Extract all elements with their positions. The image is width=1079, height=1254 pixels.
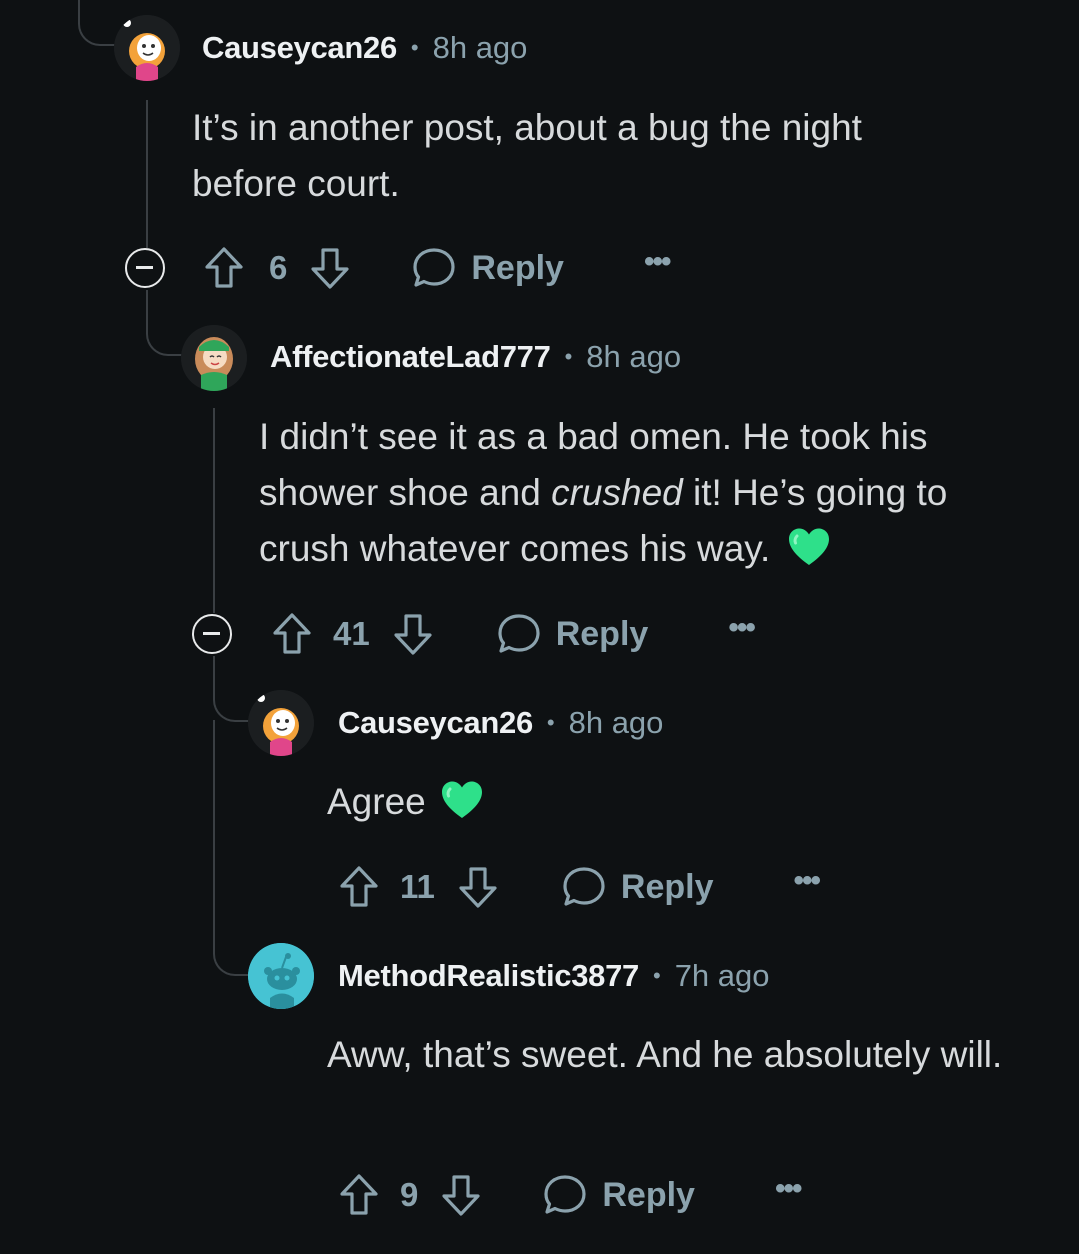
timestamp: 8h ago bbox=[586, 339, 682, 374]
downvote-icon[interactable] bbox=[457, 865, 499, 909]
more-options-button[interactable]: ••• bbox=[728, 611, 755, 645]
reply-button[interactable]: Reply bbox=[561, 865, 714, 909]
more-options-button[interactable]: ••• bbox=[644, 245, 671, 279]
downvote-icon[interactable] bbox=[392, 612, 434, 656]
comment-body: I didn’t see it as a bad omen. He took h… bbox=[259, 409, 1019, 577]
comment-body: Aww, that’s sweet. And he absolutely wil… bbox=[327, 1034, 1003, 1075]
snoo-avatar[interactable] bbox=[248, 943, 314, 1009]
thread-connector bbox=[213, 930, 249, 976]
reply-button[interactable]: Reply bbox=[496, 612, 649, 656]
thread-line bbox=[146, 100, 148, 248]
vote-count: 9 bbox=[400, 1176, 419, 1213]
avatar[interactable] bbox=[248, 690, 314, 756]
separator-dot: • bbox=[564, 344, 573, 369]
upvote-icon[interactable] bbox=[203, 246, 245, 290]
vote-count: 11 bbox=[400, 868, 435, 905]
downvote-icon[interactable] bbox=[440, 1173, 482, 1217]
comment-text-emphasis: crushed bbox=[551, 472, 683, 513]
avatar[interactable] bbox=[181, 325, 247, 391]
upvote-icon[interactable] bbox=[338, 865, 380, 909]
more-options-button[interactable]: ••• bbox=[775, 1172, 802, 1206]
upvote-icon[interactable] bbox=[338, 1173, 380, 1217]
separator-dot: • bbox=[546, 710, 555, 735]
reply-bubble-icon bbox=[411, 246, 457, 290]
reply-label: Reply bbox=[555, 614, 649, 653]
reply-label: Reply bbox=[620, 867, 714, 906]
comment-body: It’s in another post, about a bug the ni… bbox=[192, 107, 862, 204]
thread-connector bbox=[146, 290, 182, 356]
comment-body: Agree bbox=[327, 774, 927, 830]
thread-connector bbox=[78, 0, 118, 46]
username[interactable]: AffectionateLad777 bbox=[270, 339, 551, 375]
heart-emoji bbox=[440, 780, 484, 820]
avatar[interactable] bbox=[114, 15, 180, 81]
upvote-icon[interactable] bbox=[271, 612, 313, 656]
heart-emoji bbox=[787, 527, 831, 567]
collapse-icon[interactable] bbox=[125, 248, 165, 288]
timestamp: 7h ago bbox=[674, 958, 770, 993]
collapse-icon[interactable] bbox=[192, 614, 232, 654]
thread-line bbox=[213, 720, 215, 950]
reply-bubble-icon bbox=[542, 1173, 588, 1217]
reply-bubble-icon bbox=[561, 865, 607, 909]
comment-text: Agree bbox=[327, 781, 426, 822]
reply-label: Reply bbox=[471, 248, 564, 287]
vote-count: 41 bbox=[333, 615, 370, 652]
reply-button[interactable]: Reply bbox=[542, 1173, 695, 1217]
username[interactable]: MethodRealistic3877 bbox=[338, 958, 639, 994]
vote-count: 6 bbox=[269, 249, 288, 286]
separator-dot: • bbox=[410, 35, 419, 60]
downvote-icon[interactable] bbox=[309, 246, 351, 290]
separator-dot: • bbox=[652, 963, 661, 988]
more-options-button[interactable]: ••• bbox=[793, 864, 820, 898]
thread-connector bbox=[213, 656, 249, 722]
reply-label: Reply bbox=[602, 1175, 695, 1214]
timestamp: 8h ago bbox=[568, 705, 664, 740]
timestamp: 8h ago bbox=[432, 30, 528, 65]
reply-button[interactable]: Reply bbox=[411, 246, 564, 290]
thread-line bbox=[213, 408, 215, 613]
username[interactable]: Causeycan26 bbox=[338, 705, 533, 741]
username[interactable]: Causeycan26 bbox=[202, 30, 397, 66]
reply-bubble-icon bbox=[496, 612, 542, 656]
